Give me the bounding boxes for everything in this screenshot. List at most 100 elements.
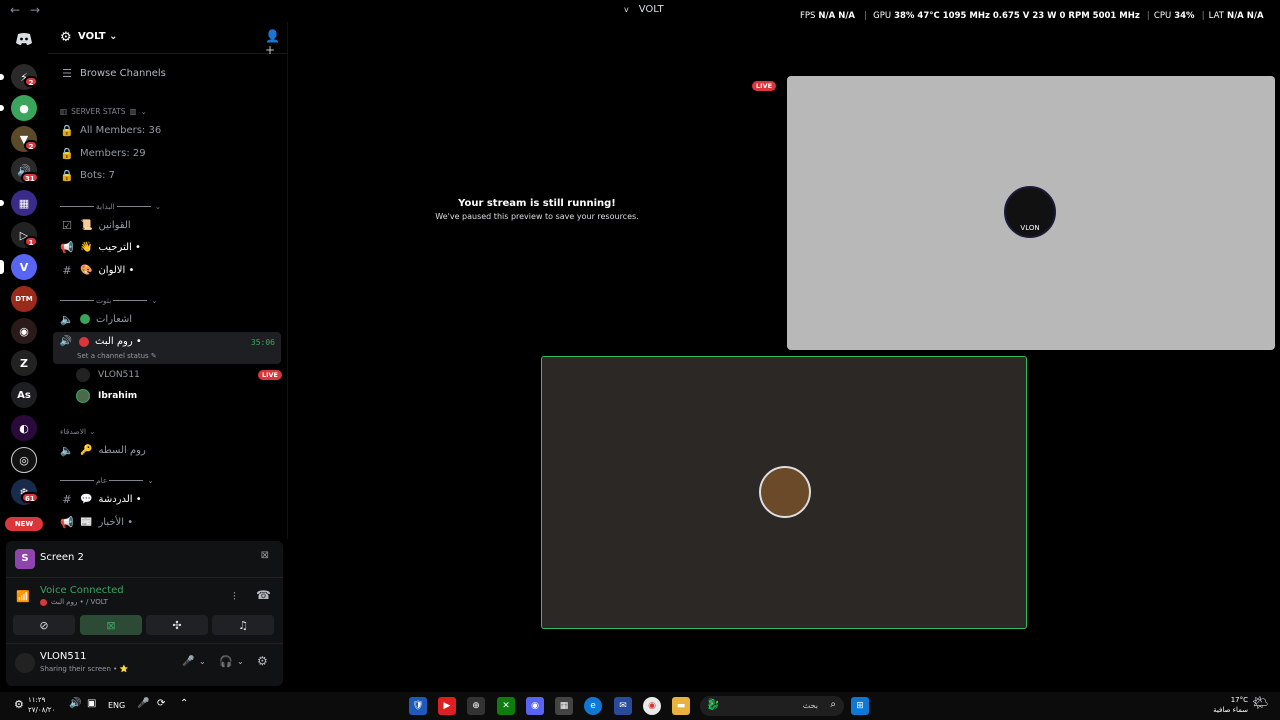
channel-members[interactable]: 🔒 Members: 29: [54, 143, 282, 163]
defender-icon[interactable]: 🛡: [409, 697, 427, 715]
window-title-text: VOLT: [638, 4, 664, 15]
voice-timer: 35:06: [250, 338, 275, 347]
overlay-item: LAT: [1208, 11, 1224, 21]
server-icon[interactable]: ▦: [11, 190, 37, 216]
voice-user-vlon[interactable]: VLON511 LIVE: [76, 365, 282, 385]
edge-icon[interactable]: e: [584, 697, 602, 715]
category-start[interactable]: البداية ⌄: [60, 202, 161, 211]
windows-start-icon[interactable]: ⊞: [851, 697, 869, 715]
server-header[interactable]: ⚙ VOLT ⌄ 👤+: [48, 22, 288, 57]
channel-label: القوانين: [98, 219, 131, 231]
weather-widget[interactable]: 17°C سماء صافية: [1200, 695, 1248, 715]
voice-path[interactable]: روم البث • / VOLT: [40, 598, 108, 606]
category-friends[interactable]: الاصدقاء ⌄: [60, 427, 95, 436]
language-indicator[interactable]: ENG: [108, 701, 125, 710]
stream-paused-subtitle: We've paused this preview to save your r…: [435, 212, 639, 221]
channel-label: الأخبار •: [98, 516, 134, 528]
chevron-up-icon[interactable]: ⌃: [180, 698, 188, 709]
category-general[interactable]: عام ⌄: [60, 476, 154, 485]
soundboard-button[interactable]: ♫: [212, 615, 274, 635]
divider-line: [60, 206, 94, 207]
category-streams[interactable]: بثوت ⌄: [60, 296, 158, 305]
camera-off-button[interactable]: ⊘: [13, 615, 75, 635]
stream-tile[interactable]: VLON: [787, 76, 1275, 350]
title-bar: ← → v VOLT FPS N/A N/A | GPU 38% 47°C 1095 MHz 0.…: [0, 0, 1280, 22]
server-icon[interactable]: ◎: [11, 447, 37, 473]
browse-channels[interactable]: ☰ Browse Channels: [54, 63, 282, 83]
window-title: v VOLT: [624, 4, 664, 15]
popout-icon[interactable]: ⊠: [261, 550, 269, 561]
channel-all-members[interactable]: 🔒 All Members: 36: [54, 120, 282, 140]
voice-channel-live[interactable]: 🔊 روم البث • 35:06 Set a channel status ✎: [53, 332, 281, 364]
noise-suppression-icon[interactable]: ⫶: [233, 590, 236, 604]
settings-gear-icon[interactable]: ⚙: [14, 698, 24, 711]
microphone-icon[interactable]: 🎤: [182, 656, 194, 667]
mention-badge: 61: [21, 492, 39, 503]
voice-channel-notifications[interactable]: 🔈 اشعارات: [54, 309, 282, 329]
user-panel: S Screen 2 ⊠ 📶 Voice Connected روم البث …: [6, 541, 283, 686]
app-icon[interactable]: ⊕: [467, 697, 485, 715]
voice-user-ibrahim[interactable]: Ibrahim: [76, 386, 282, 406]
overlay-item: N/A: [838, 11, 856, 21]
back-arrow-icon[interactable]: ←: [10, 3, 20, 17]
server-icon[interactable]: Z: [11, 350, 37, 376]
invite-people-icon[interactable]: 👤+: [265, 29, 288, 57]
channel-label: روم السطه: [98, 444, 146, 456]
set-status[interactable]: Set a channel status ✎: [77, 352, 157, 360]
overlay-item: N/A: [818, 11, 836, 21]
store-icon[interactable]: ▦: [555, 697, 573, 715]
disconnect-icon[interactable]: ☎: [256, 588, 271, 602]
checkbox-icon: ☑: [62, 218, 72, 232]
volume-icon[interactable]: 🔊: [69, 698, 81, 709]
clock-time: ١١:٢٩: [28, 696, 46, 704]
current-username: VLON511: [40, 651, 87, 662]
forward-arrow-icon[interactable]: →: [30, 3, 40, 17]
channel-label: Members: 29: [80, 147, 146, 159]
category-server-stats[interactable]: ▥ SERVER STATS ▥ ⌄: [60, 107, 147, 116]
category-label: SERVER STATS: [71, 107, 126, 116]
voice-channel-power[interactable]: 🔈 🔑 روم السطه: [54, 440, 282, 460]
channel-chat[interactable]: # 💬 الدردشة •: [54, 489, 282, 509]
unread-pip: [0, 200, 4, 206]
server-icon[interactable]: ●: [11, 95, 37, 121]
mention-badge: 2: [24, 140, 38, 151]
channel-colors[interactable]: # 🎨 الالوان •: [54, 260, 282, 280]
channel-news[interactable]: 📢 📰 الأخبار •: [54, 512, 282, 532]
xbox-icon[interactable]: ✕: [497, 697, 515, 715]
dragon-icon: 🐉: [706, 698, 720, 711]
discord-taskbar-icon[interactable]: ◉: [526, 697, 544, 715]
activities-button[interactable]: ✣: [146, 615, 208, 635]
voice-status[interactable]: Voice Connected: [40, 585, 124, 596]
discord-home-icon[interactable]: [11, 26, 37, 52]
chevron-down-icon[interactable]: ⌄: [237, 657, 244, 666]
server-icon[interactable]: ◐: [11, 415, 37, 441]
channel-bots[interactable]: 🔒 Bots: 7: [54, 165, 282, 185]
avatar[interactable]: [15, 653, 35, 673]
server-icon[interactable]: DTM: [11, 286, 37, 312]
chevron-down-icon[interactable]: ⌄: [199, 657, 206, 666]
channel-rules[interactable]: ☑ 📜 القوانين: [54, 215, 282, 235]
chrome-icon[interactable]: ◉: [643, 697, 661, 715]
mail-icon[interactable]: ✉: [614, 697, 632, 715]
folder-icon[interactable]: ▬: [672, 697, 690, 715]
headset-icon[interactable]: 🎧: [219, 655, 233, 668]
voice-path-text: روم البث • / VOLT: [51, 598, 108, 606]
divider-line: [60, 480, 94, 481]
sync-icon[interactable]: ⟳: [157, 698, 165, 709]
network-icon[interactable]: ▣: [87, 698, 96, 709]
share-screen-button[interactable]: ⊠: [80, 615, 142, 635]
youtube-icon[interactable]: ▶: [438, 697, 456, 715]
weather-sun-icon: 🌤: [1252, 696, 1269, 711]
participant-tile[interactable]: [541, 356, 1027, 629]
server-icon[interactable]: ◉: [11, 318, 37, 344]
server-icon-as[interactable]: As: [11, 382, 37, 408]
avatar: [76, 389, 90, 403]
overlay-item: 38%: [894, 11, 915, 21]
clock[interactable]: ١١:٢٩ ٢٧/٠٨/٢٠: [28, 695, 55, 715]
channel-welcome[interactable]: 📢 👋 الترحيب •: [54, 237, 282, 257]
server-icon-volt[interactable]: V: [11, 254, 37, 280]
user-settings-gear-icon[interactable]: ⚙: [257, 654, 268, 668]
microphone-icon[interactable]: 🎤: [137, 698, 149, 709]
search-box[interactable]: 🐉 بحث ⌕: [700, 696, 844, 716]
overlay-item: V: [1022, 11, 1030, 21]
